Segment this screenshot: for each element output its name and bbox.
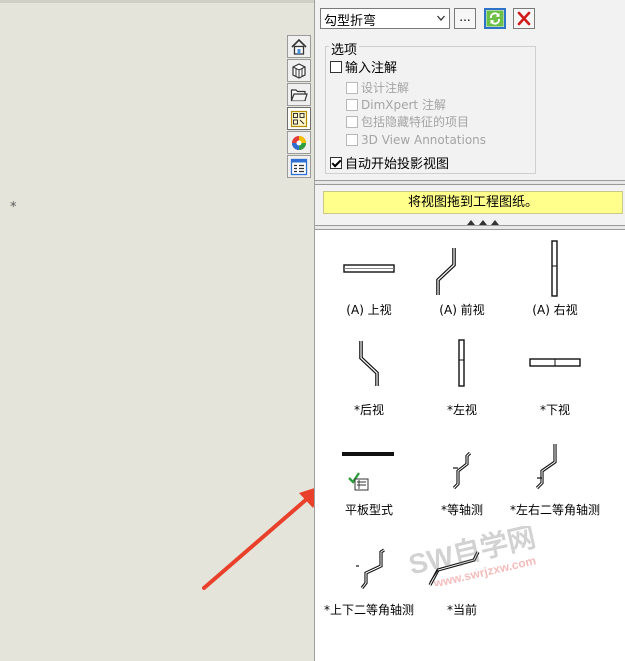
view-item-trimetric[interactable]: *上下二等角轴测 — [323, 538, 415, 618]
close-icon — [517, 11, 531, 26]
view-thumbnail — [343, 264, 395, 273]
home-icon — [291, 38, 307, 55]
view-label: *左视 — [446, 403, 477, 417]
import-annotations-option[interactable]: 输入注解 — [330, 57, 397, 76]
import-annotations-checkbox[interactable] — [330, 60, 342, 73]
view-label: (A) 右视 — [532, 303, 578, 317]
appearance-icon — [292, 135, 306, 150]
import-annotations-label: 输入注解 — [345, 61, 398, 76]
view-thumbnail — [436, 248, 456, 295]
tab-appearances[interactable] — [287, 131, 311, 154]
dimxpert-annotations-label: DimXpert 注解 — [361, 98, 446, 112]
auto-projected-checkbox[interactable] — [330, 156, 342, 169]
view-thumbnail — [535, 444, 557, 490]
annotations-3d-checkbox — [346, 134, 358, 146]
include-hidden-option: 包括隐藏特征的项目 — [346, 113, 469, 130]
design-annotations-checkbox — [346, 81, 358, 94]
view-item-top[interactable]: (A) 上视 — [323, 238, 415, 318]
tab-file-explorer[interactable] — [287, 83, 311, 106]
auto-projected-option[interactable]: 自动开始投影视图 — [330, 153, 449, 172]
view-item-right[interactable]: (A) 右视 — [509, 238, 601, 318]
chevron-down-icon — [437, 15, 445, 21]
view-palette-pane: 勾型折弯 ... 选项 输入注解 设计注解 DimXpert 注解 包括隐藏特征… — [314, 0, 625, 661]
view-thumbnail — [359, 341, 379, 386]
pane-splitter[interactable] — [315, 180, 625, 185]
sheet-marker: * — [10, 200, 17, 215]
flat-pattern-icon — [354, 478, 369, 491]
pane-controls: 勾型折弯 ... 选项 输入注解 设计注解 DimXpert 注解 包括隐藏特征… — [315, 0, 625, 178]
view-palette-icon — [290, 110, 308, 127]
include-hidden-label: 包括隐藏特征的项目 — [361, 115, 470, 129]
view-label: *上下二等角轴测 — [323, 603, 414, 617]
view-label: *等轴测 — [440, 503, 483, 517]
document-select-value: 勾型折弯 — [324, 14, 377, 29]
view-label: *后视 — [353, 403, 384, 417]
design-annotations-label: 设计注解 — [361, 81, 410, 95]
folder-icon — [290, 88, 308, 101]
tab-view-palette[interactable] — [287, 107, 311, 130]
annotations-3d-option: 3D View Annotations — [346, 133, 486, 147]
view-thumbnail — [452, 451, 472, 490]
view-thumbnail — [342, 452, 394, 491]
design-annotations-option: 设计注解 — [346, 79, 409, 96]
view-thumbnail — [458, 339, 465, 387]
tab-design-library[interactable] — [287, 59, 311, 82]
document-select[interactable]: 勾型折弯 — [320, 8, 450, 29]
view-label: *下视 — [539, 403, 570, 417]
properties-icon — [290, 158, 308, 175]
view-label: *当前 — [446, 603, 477, 617]
view-item-front[interactable]: (A) 前视 — [416, 238, 508, 318]
view-item-bottom[interactable]: *下视 — [509, 338, 601, 418]
view-label: (A) 前视 — [439, 303, 485, 317]
view-item-isometric[interactable]: *等轴测 — [416, 438, 508, 518]
view-item-back[interactable]: *后视 — [323, 338, 415, 418]
parts-library-icon — [292, 62, 306, 79]
browse-button[interactable]: ... — [454, 8, 476, 29]
view-label: 平板型式 — [344, 503, 393, 517]
sheet-top-border — [0, 0, 314, 3]
tab-resources[interactable] — [287, 35, 311, 58]
tab-custom-properties[interactable] — [287, 155, 311, 178]
refresh-icon — [486, 10, 504, 27]
view-thumbnail — [356, 548, 385, 589]
view-list: (A) 上视 (A) 前视 (A) 右视 *后视 *左视 *下视 平板型式 *等… — [315, 230, 625, 661]
view-item-dimetric[interactable]: *左右二等角轴测 — [509, 438, 601, 518]
include-hidden-checkbox — [346, 115, 358, 128]
view-thumbnail — [551, 240, 558, 297]
view-label: (A) 上视 — [346, 303, 392, 317]
options-group: 选项 输入注解 设计注解 DimXpert 注解 包括隐藏特征的项目 3D Vi… — [325, 39, 536, 174]
dimxpert-annotations-checkbox — [346, 98, 358, 111]
watermark-logo: SW自学网 www.swrjzxw.com — [405, 526, 538, 586]
drag-hint: 将视图拖到工程图纸。 — [323, 191, 623, 214]
view-thumbnail — [529, 358, 581, 367]
annotations-3d-label: 3D View Annotations — [361, 133, 487, 147]
dimxpert-annotations-option: DimXpert 注解 — [346, 96, 446, 113]
task-pane-tabs — [286, 35, 314, 179]
options-title: 选项 — [329, 39, 360, 58]
view-item-left[interactable]: *左视 — [416, 338, 508, 418]
view-item-flat-pattern[interactable]: 平板型式 — [323, 438, 415, 518]
close-button[interactable] — [513, 8, 535, 29]
drawing-sheet[interactable]: * — [0, 0, 324, 661]
auto-projected-label: 自动开始投影视图 — [345, 157, 450, 172]
refresh-button[interactable] — [484, 8, 506, 29]
view-label: *左右二等角轴测 — [509, 503, 600, 517]
